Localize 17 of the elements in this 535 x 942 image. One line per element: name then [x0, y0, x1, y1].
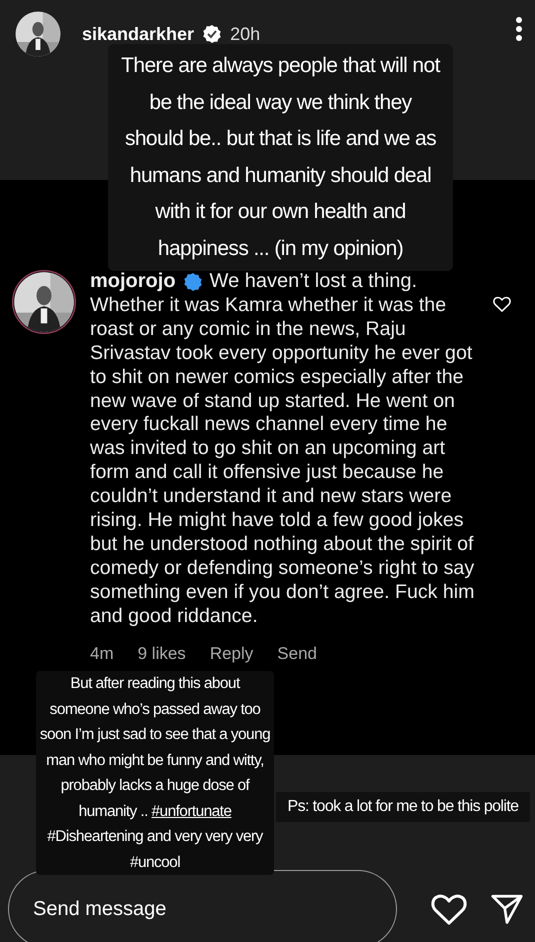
more-options-icon[interactable] — [515, 16, 523, 42]
like-count[interactable]: 9 likes — [138, 640, 186, 666]
username[interactable]: sikandarkher — [82, 20, 194, 48]
hashtag-link[interactable]: #Disheartening — [47, 828, 144, 845]
comment-time: 4m — [90, 642, 114, 665]
comment-text: Whether it was Kamra whether it was the roast or any comic in the news, Raju Srivastav took every opportunity he ever got to shit on newer comics especially after the new wave of stand up started. He went on every fuckall news channel every time he was invited to go shit on an upcoming art form and call it offensive just because he couldn’t understand it and new stars were rising. He might have told a few good jokes but he understood nothing about the spirit of comedy or defending someone’s right to say something even if you don’t agree. Fuck him and good riddance. — [90, 294, 476, 629]
hashtag-link[interactable]: #uncool — [130, 854, 180, 870]
comment-action[interactable]: Reply — [210, 640, 254, 666]
story-caption: There are always people that will not be the ideal way we think they should be.. but that is life and we as humans and humanity should deal with it for our own health and happiness ... (in my opinion) — [121, 54, 440, 260]
message-field[interactable]: Send message — [8, 870, 397, 942]
story-caption: But after reading this about someone who’s passed away too soon I’m just sad to see that a young man who might be funny and witty, probably lacks a huge dose of humanity .. #unfortunate #Disheartening and very very very #uncool — [36, 671, 274, 875]
comment-action[interactable]: Send — [277, 640, 317, 666]
commenter-username[interactable]: mojorojo — [90, 270, 176, 294]
story-caption: Ps: took a lot for me to be this polite — [288, 798, 518, 815]
hashtag-link[interactable]: #unfortunate — [152, 802, 232, 820]
comment-text: We haven’t lost a thing. — [210, 270, 418, 294]
post-time: 20h — [230, 22, 260, 46]
